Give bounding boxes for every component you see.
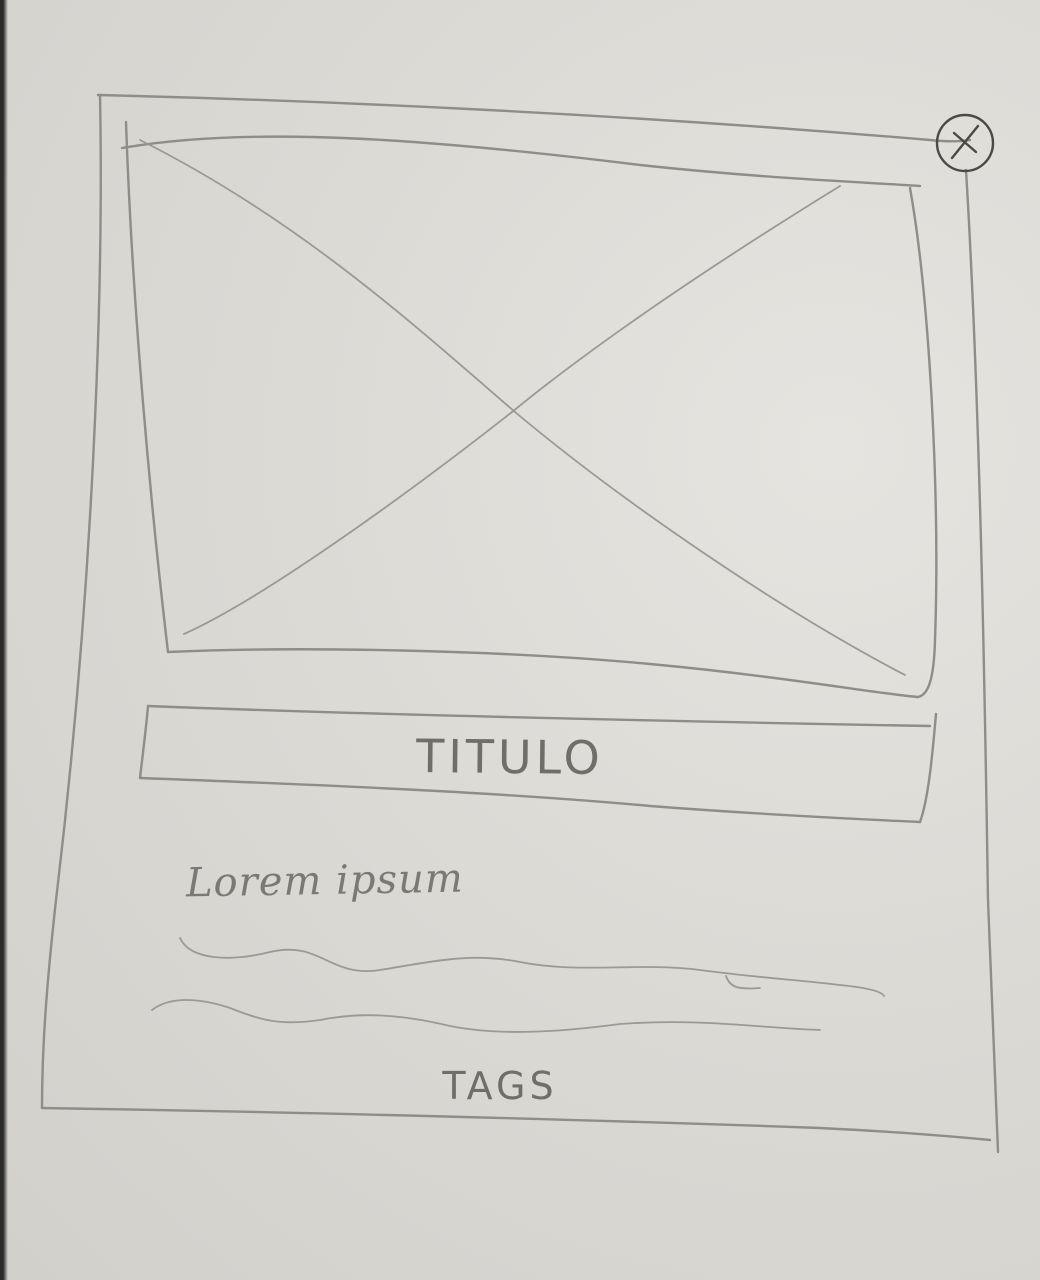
image-placeholder xyxy=(120,120,938,699)
card-frame xyxy=(40,93,1000,1154)
card-description: Lorem ipsum xyxy=(185,855,465,907)
body-text-lines xyxy=(151,937,885,1033)
card-tags[interactable]: TAGS xyxy=(400,1064,600,1108)
card-title: TITULO xyxy=(415,729,605,785)
close-button[interactable] xyxy=(935,113,995,173)
